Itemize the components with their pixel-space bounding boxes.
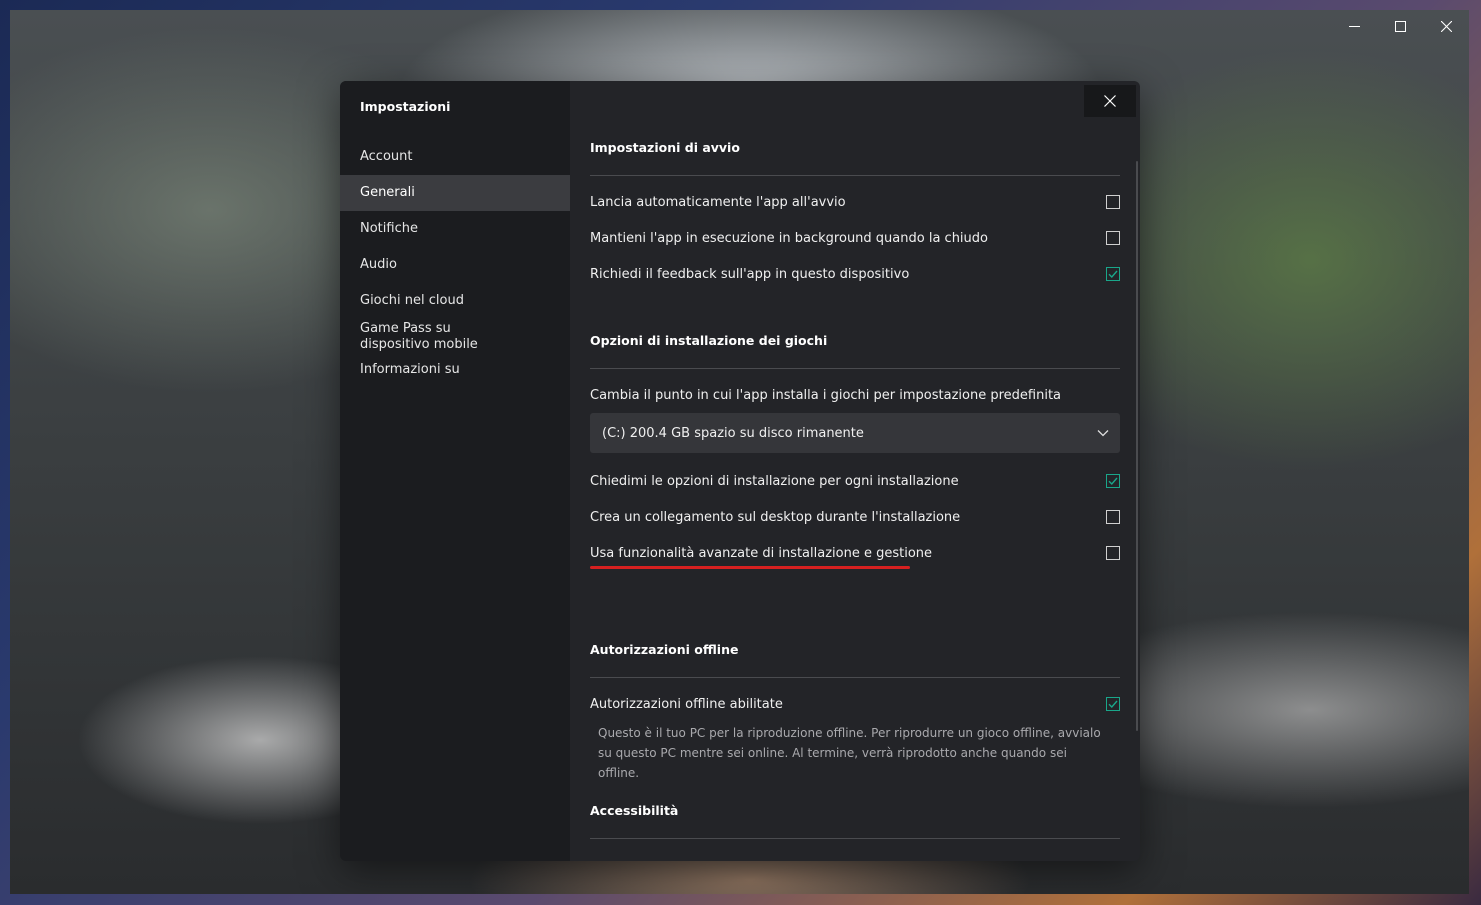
advanced-install-checkbox[interactable]	[1106, 546, 1120, 560]
sidebar-item-generali[interactable]: Generali	[340, 175, 570, 211]
dialog-close-button[interactable]	[1084, 85, 1136, 117]
sidebar-title: Impostazioni	[360, 99, 451, 114]
checkmark-icon	[1108, 477, 1118, 486]
scrollbar[interactable]	[1136, 161, 1138, 731]
install-location-value: (C:) 200.4 GB spazio su disco rimanente	[602, 425, 864, 441]
maximize-icon	[1394, 20, 1406, 32]
option-ask-install[interactable]: Chiedimi le opzioni di installazione per…	[590, 471, 1120, 491]
option-label: Autorizzazioni offline abilitate	[590, 696, 783, 712]
option-feedback[interactable]: Richiedi il feedback sull'app in questo …	[590, 264, 1120, 284]
section-title-accessibility: Accessibilità	[590, 803, 679, 818]
option-desktop-shortcut[interactable]: Crea un collegamento sul desktop durante…	[590, 507, 1120, 527]
desktop-shortcut-checkbox[interactable]	[1106, 510, 1120, 524]
window-caption-buttons	[1331, 10, 1469, 42]
section-title-install: Opzioni di installazione dei giochi	[590, 333, 828, 348]
section-title-offline: Autorizzazioni offline	[590, 642, 739, 657]
option-label: Chiedimi le opzioni di installazione per…	[590, 473, 959, 489]
checkmark-icon	[1108, 270, 1118, 279]
close-icon	[1104, 95, 1116, 107]
sidebar-item-game-pass-mobile[interactable]: Game Pass su dispositivo mobile	[340, 319, 540, 355]
settings-nav: Account Generali Notifiche Audio Giochi …	[340, 139, 570, 385]
checkmark-icon	[1108, 700, 1118, 709]
close-icon	[1440, 20, 1452, 32]
ask-install-checkbox[interactable]	[1106, 474, 1120, 488]
settings-sidebar: Impostazioni Account Generali Notifiche …	[340, 81, 570, 861]
auto-launch-checkbox[interactable]	[1106, 195, 1120, 209]
minimize-button[interactable]	[1331, 10, 1377, 42]
window-close-button[interactable]	[1423, 10, 1469, 42]
feedback-checkbox[interactable]	[1106, 267, 1120, 281]
sidebar-item-audio[interactable]: Audio	[340, 247, 570, 283]
divider	[590, 368, 1120, 369]
background-run-checkbox[interactable]	[1106, 231, 1120, 245]
chevron-down-icon	[1097, 430, 1109, 437]
install-location-dropdown[interactable]: (C:) 200.4 GB spazio su disco rimanente	[590, 413, 1120, 453]
sidebar-item-account[interactable]: Account	[340, 139, 570, 175]
settings-dialog: Impostazioni Account Generali Notifiche …	[340, 81, 1140, 861]
option-label: Richiedi il feedback sull'app in questo …	[590, 266, 910, 282]
maximize-button[interactable]	[1377, 10, 1423, 42]
option-offline-permissions[interactable]: Autorizzazioni offline abilitate	[590, 694, 1120, 714]
option-label: Usa funzionalità avanzate di installazio…	[590, 545, 933, 561]
sidebar-item-notifiche[interactable]: Notifiche	[340, 211, 570, 247]
divider	[590, 677, 1120, 678]
section-title-startup: Impostazioni di avvio	[590, 140, 740, 155]
highlight-underline	[590, 566, 910, 569]
option-label: Lancia automaticamente l'app all'avvio	[590, 194, 846, 210]
option-label: Mantieni l'app in esecuzione in backgrou…	[590, 230, 988, 246]
sidebar-item-giochi-cloud[interactable]: Giochi nel cloud	[340, 283, 570, 319]
offline-permissions-checkbox[interactable]	[1106, 697, 1120, 711]
sidebar-item-informazioni[interactable]: Informazioni su	[340, 355, 570, 385]
option-advanced-install[interactable]: Usa funzionalità avanzate di installazio…	[590, 543, 1120, 563]
install-location-label-row: Cambia il punto in cui l'app installa i …	[590, 385, 1120, 405]
install-location-label: Cambia il punto in cui l'app installa i …	[590, 387, 1062, 403]
minimize-icon	[1348, 25, 1360, 27]
divider	[590, 175, 1120, 176]
divider	[590, 838, 1120, 839]
option-label: Crea un collegamento sul desktop durante…	[590, 509, 961, 525]
option-auto-launch[interactable]: Lancia automaticamente l'app all'avvio	[590, 192, 1120, 212]
option-background-run[interactable]: Mantieni l'app in esecuzione in backgrou…	[590, 228, 1120, 248]
settings-content: Impostazioni di avvio Lancia automaticam…	[570, 81, 1140, 861]
offline-description: Questo è il tuo PC per la riproduzione o…	[598, 726, 1101, 780]
app-window: Impostazioni Account Generali Notifiche …	[10, 10, 1469, 894]
